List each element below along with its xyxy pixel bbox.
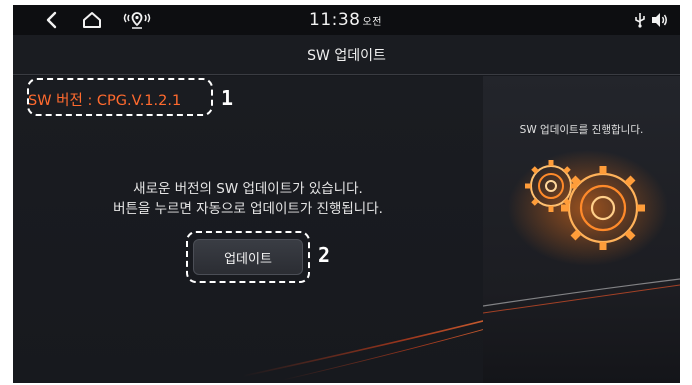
home-icon[interactable]	[81, 10, 103, 30]
page-title: SW 업데이트	[307, 47, 386, 64]
usb-icon	[633, 10, 647, 30]
gears-illustration	[508, 150, 668, 266]
update-message-line1: 새로운 버전의 SW 업데이트가 있습니다.	[133, 181, 363, 197]
volume-icon[interactable]	[651, 10, 669, 30]
callout-number-1: 1	[221, 86, 234, 110]
light-streak-decoration-right	[483, 278, 680, 314]
update-message-line2: 버튼을 누르면 자동으로 업데이트가 진행됩니다.	[113, 201, 383, 217]
clock-time: 11:38	[309, 10, 361, 30]
clock-ampm: 오전	[362, 17, 382, 28]
status-bar: 11:38 오전	[13, 5, 680, 35]
update-info-panel: SW 버전 : CPG.V.1.2.1 1 새로운 버전의 SW 업데이트가 있…	[13, 76, 503, 383]
light-streak-decoration	[243, 315, 503, 381]
callout-box-1	[27, 78, 213, 116]
head-unit-screen: 11:38 오전 SW 업데이트 SW 버전: CPG.V.1.2.1 1 새…	[13, 5, 680, 383]
back-icon[interactable]	[42, 10, 60, 30]
update-button[interactable]: 업데이트	[193, 239, 303, 275]
update-status-caption: SW 업데이트를 진행합니다.	[519, 124, 644, 136]
update-progress-panel: SW 업데이트를 진행합니다.	[483, 76, 680, 383]
location-icon[interactable]	[122, 10, 152, 30]
clock: 11:38 오전	[309, 10, 382, 30]
title-bar: SW 업데이트	[13, 35, 680, 75]
callout-number-2: 2	[318, 243, 331, 267]
